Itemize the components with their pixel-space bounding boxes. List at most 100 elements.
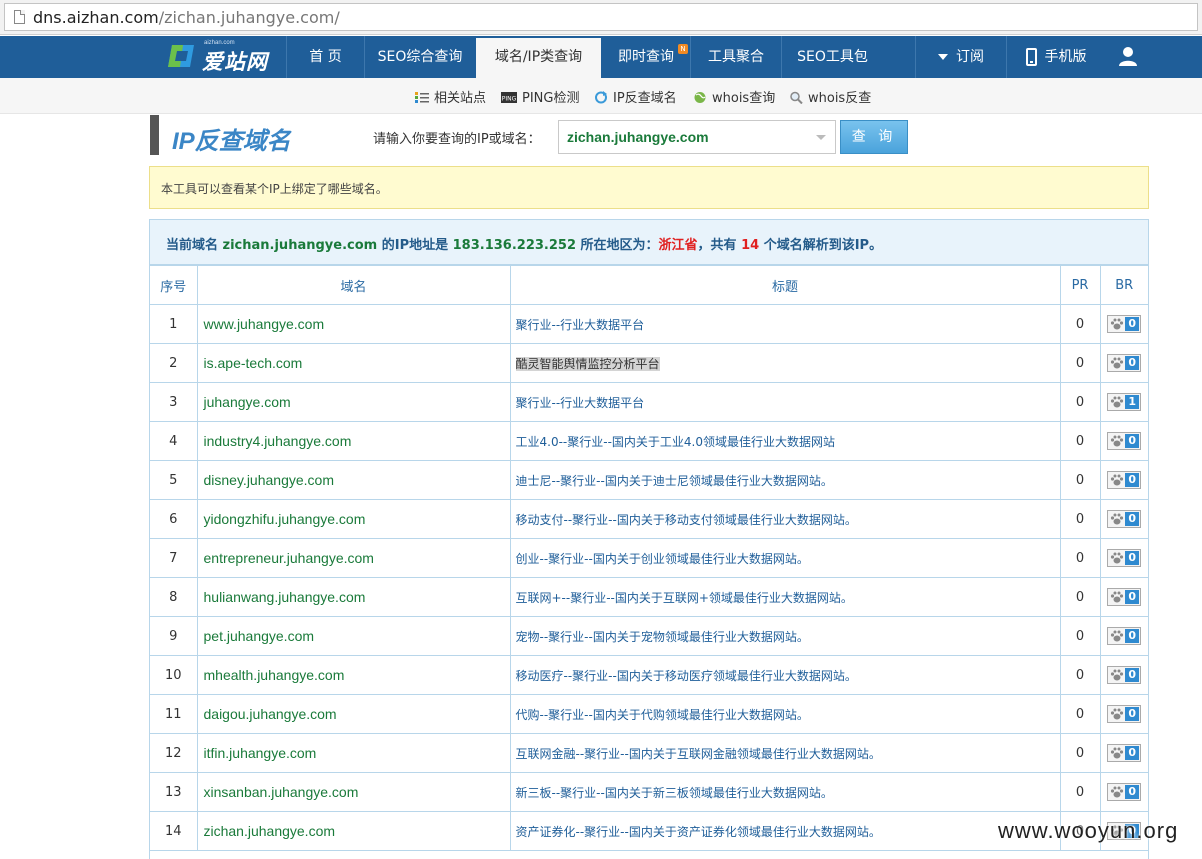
row-title-text: 迪士尼--聚行业--国内关于迪士尼领域最佳行业大数据网站。	[515, 473, 833, 488]
subnav-related-sites[interactable]: 相关站点	[415, 87, 486, 106]
row-domain-link[interactable]: entrepreneur.juhangye.com	[196, 538, 511, 578]
row-index: 3	[150, 382, 198, 422]
br-badge[interactable]: 0	[1107, 315, 1142, 333]
main-nav: aizhan.com 爱站网 首 页 SEO综合查询 域名/IP类查询 即时查询…	[0, 36, 1202, 78]
nav-instant-query[interactable]: 即时查询 N	[602, 36, 690, 78]
row-title[interactable]: 代购--聚行业--国内关于代购领域最佳行业大数据网站。	[509, 694, 1061, 734]
nav-home[interactable]: 首 页	[286, 36, 364, 78]
row-br: 0	[1099, 499, 1148, 539]
user-icon[interactable]	[1118, 46, 1138, 66]
nav-seo-toolkit[interactable]: SEO工具包	[781, 36, 883, 78]
br-badge[interactable]: 1	[1107, 393, 1142, 411]
row-domain-link[interactable]: disney.juhangye.com	[196, 460, 511, 500]
row-index: 7	[150, 538, 198, 578]
search-input[interactable]: zichan.juhangye.com	[558, 120, 836, 154]
summary-domain: zichan.juhangye.com	[222, 238, 378, 253]
row-index: 2	[150, 343, 198, 383]
nav-mobile[interactable]: 手机版	[1006, 36, 1105, 78]
row-title[interactable]: 迪士尼--聚行业--国内关于迪士尼领域最佳行业大数据网站。	[509, 460, 1061, 500]
subnav-whois[interactable]: whois查询	[693, 87, 775, 106]
nav-tools[interactable]: 工具聚合	[690, 36, 781, 78]
row-domain-link[interactable]: industry4.juhangye.com	[196, 421, 511, 461]
nav-seo-query[interactable]: SEO综合查询	[364, 36, 475, 78]
row-title[interactable]: 创业--聚行业--国内关于创业领域最佳行业大数据网站。	[509, 538, 1061, 578]
paw-icon	[1111, 669, 1124, 681]
row-br: 0	[1099, 655, 1148, 695]
row-pr: 0	[1059, 694, 1101, 734]
br-badge[interactable]: 0	[1107, 588, 1142, 606]
row-title[interactable]: 聚行业--行业大数据平台	[509, 382, 1061, 422]
list-icon	[415, 92, 429, 103]
paw-icon	[1111, 591, 1124, 603]
row-title[interactable]: 酷灵智能舆情监控分析平台	[509, 343, 1061, 383]
row-title[interactable]: 宠物--聚行业--国内关于宠物领域最佳行业大数据网站。	[509, 616, 1061, 656]
row-domain-link[interactable]: pet.juhangye.com	[196, 616, 511, 656]
url-path: /zichan.juhangye.com/	[158, 8, 340, 27]
col-header-pr: PR	[1059, 265, 1101, 305]
row-title[interactable]: 移动支付--聚行业--国内关于移动支付领域最佳行业大数据网站。	[509, 499, 1061, 539]
subnav-whois-reverse[interactable]: whois反查	[789, 87, 871, 106]
phone-icon	[1025, 48, 1037, 66]
row-domain-link[interactable]: zichan.juhangye.com	[196, 811, 511, 851]
logo-mark-icon	[168, 45, 194, 67]
row-domain-link[interactable]: is.ape-tech.com	[196, 343, 511, 383]
row-domain-link[interactable]: juhangye.com	[196, 382, 511, 422]
br-badge[interactable]: 0	[1107, 510, 1142, 528]
paw-icon	[1111, 357, 1124, 369]
row-title[interactable]: 互联网+--聚行业--国内关于互联网+领域最佳行业大数据网站。	[509, 577, 1061, 617]
br-badge[interactable]: 0	[1107, 471, 1142, 489]
row-title[interactable]: 移动医疗--聚行业--国内关于移动医疗领域最佳行业大数据网站。	[509, 655, 1061, 695]
br-value: 0	[1125, 746, 1140, 760]
row-br: 1	[1099, 382, 1148, 422]
dropdown-arrow-icon[interactable]	[816, 135, 826, 140]
br-badge[interactable]: 0	[1107, 627, 1142, 645]
row-domain-link[interactable]: mhealth.juhangye.com	[196, 655, 511, 695]
br-value: 0	[1125, 668, 1140, 682]
subnav-ping[interactable]: PING PING检测	[501, 87, 579, 106]
table-row: 2 is.ape-tech.com 酷灵智能舆情监控分析平台 0 0	[150, 343, 1148, 383]
br-badge[interactable]: 0	[1107, 666, 1142, 684]
row-domain-link[interactable]: daigou.juhangye.com	[196, 694, 511, 734]
row-domain-link[interactable]: hulianwang.juhangye.com	[196, 577, 511, 617]
nav-subscribe[interactable]: 订阅	[915, 36, 1006, 78]
query-button[interactable]: 查 询	[840, 120, 908, 154]
site-logo[interactable]: aizhan.com 爱站网	[168, 40, 268, 74]
row-title-text: 互联网+--聚行业--国内关于互联网+领域最佳行业大数据网站。	[515, 590, 853, 605]
br-badge[interactable]: 0	[1107, 744, 1142, 762]
br-badge[interactable]: 0	[1107, 549, 1142, 567]
url-field[interactable]: dns.aizhan.com/zichan.juhangye.com/	[4, 3, 1198, 31]
row-title[interactable]: 新三板--聚行业--国内关于新三板领域最佳行业大数据网站。	[509, 772, 1061, 812]
paw-icon	[1111, 552, 1124, 564]
table-row: 3 juhangye.com 聚行业--行业大数据平台 0 1	[150, 382, 1148, 422]
row-title[interactable]: 资产证券化--聚行业--国内关于资产证券化领域最佳行业大数据网站。	[509, 811, 1061, 851]
url-host: dns.aizhan.com	[33, 8, 159, 27]
subnav-ip-reverse[interactable]: IP反查域名	[594, 87, 677, 106]
col-header-title: 标题	[509, 265, 1061, 305]
paw-icon	[1111, 786, 1124, 798]
row-domain-link[interactable]: itfin.juhangye.com	[196, 733, 511, 773]
row-title-text: 聚行业--行业大数据平台	[515, 395, 645, 410]
row-domain-link[interactable]: www.juhangye.com	[196, 304, 511, 344]
row-domain-link[interactable]: yidongzhifu.juhangye.com	[196, 499, 511, 539]
br-badge[interactable]: 0	[1107, 432, 1142, 450]
br-badge[interactable]: 0	[1107, 783, 1142, 801]
br-badge[interactable]: 0	[1107, 705, 1142, 723]
row-title[interactable]: 聚行业--行业大数据平台	[509, 304, 1061, 344]
table-row: 13 xinsanban.juhangye.com 新三板--聚行业--国内关于新三…	[150, 772, 1148, 812]
row-pr: 0	[1059, 460, 1101, 500]
nav-domain-ip-query[interactable]: 域名/IP类查询	[476, 38, 601, 78]
row-index: 8	[150, 577, 198, 617]
search-input-value: zichan.juhangye.com	[567, 129, 709, 145]
row-domain-link[interactable]: xinsanban.juhangye.com	[196, 772, 511, 812]
row-title[interactable]: 工业4.0--聚行业--国内关于工业4.0领域最佳行业大数据网站	[509, 421, 1061, 461]
br-badge[interactable]: 0	[1107, 354, 1142, 372]
summary-part: 的IP地址是	[377, 238, 453, 253]
url-text[interactable]: dns.aizhan.com/zichan.juhangye.com/	[33, 8, 340, 27]
row-pr: 0	[1059, 733, 1101, 773]
paw-icon	[1111, 396, 1124, 408]
row-br: 0	[1099, 694, 1148, 734]
row-title[interactable]: 互联网金融--聚行业--国内关于互联网金融领域最佳行业大数据网站。	[509, 733, 1061, 773]
row-index: 5	[150, 460, 198, 500]
row-index: 9	[150, 616, 198, 656]
subnav-label: 相关站点	[434, 91, 487, 106]
